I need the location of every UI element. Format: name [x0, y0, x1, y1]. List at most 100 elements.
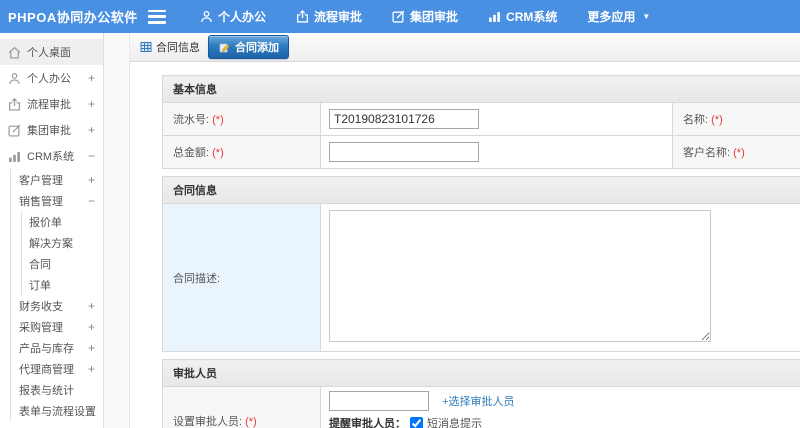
customer-label-cell: 客户名称: (*) — [672, 135, 800, 169]
sidebar-item-solution[interactable]: 解决方案 — [22, 232, 103, 253]
caret-down-icon: ▼ — [642, 12, 651, 21]
sidebar-item-label: CRM系统 — [27, 151, 75, 163]
nav-group-approval[interactable]: 集团审批 — [392, 8, 458, 25]
desc-input-cell — [320, 203, 800, 352]
sidebar-item-agent-mgmt[interactable]: 代理商管理 + — [11, 358, 103, 379]
home-icon — [8, 46, 21, 59]
amount-input[interactable] — [329, 142, 479, 162]
sidebar-item-reports-stats[interactable]: 报表与统计 — [11, 379, 103, 400]
sidebar-item-workflow-approval[interactable]: 流程审批 + — [0, 91, 103, 117]
serial-input-cell — [320, 102, 673, 136]
serial-input[interactable] — [329, 109, 479, 129]
approver-input[interactable] — [329, 391, 429, 411]
nav-label: 更多应用 — [587, 10, 636, 24]
nav-label: 流程审批 — [314, 10, 363, 24]
sidebar-item-label: 客户管理 — [19, 174, 63, 187]
sidebar-item-purchase-mgmt[interactable]: 采购管理 + — [11, 316, 103, 337]
approver-table: 审批人员 设置审批人员: (*) +选择审批人员 提醒审批人员： 短消息提示 — [162, 359, 800, 428]
chart-icon — [8, 150, 21, 163]
amount-label-cell: 总金额: (*) — [162, 135, 321, 169]
sidebar-item-contract[interactable]: 合同 — [22, 253, 103, 274]
tab-contract-add-button[interactable]: 合同添加 — [208, 35, 289, 59]
sidebar-item-label: 采购管理 — [19, 321, 63, 334]
sidebar-item-label: 表单与流程设置 — [19, 405, 96, 418]
sidebar-item-order[interactable]: 订单 — [22, 274, 103, 295]
sidebar-item-finance[interactable]: 财务收支 + — [11, 295, 103, 316]
required-mark: (*) — [245, 415, 257, 428]
app-logo: PHPOA协同办公软件 — [8, 10, 138, 25]
edit-icon — [392, 10, 405, 23]
section-header-contract-info: 合同信息 — [162, 176, 800, 204]
sidebar-item-customer-mgmt[interactable]: 客户管理 + — [11, 169, 103, 190]
sidebar-item-label: 销售管理 — [19, 195, 63, 208]
remind-approver-label: 提醒审批人员： — [329, 418, 406, 428]
sidebar-item-sales-mgmt[interactable]: 销售管理 − — [11, 190, 103, 211]
contract-desc-textarea[interactable] — [329, 210, 711, 342]
contract-desc-label: 合同描述: — [173, 272, 221, 285]
tab-bar: 合同信息 合同添加 — [130, 33, 800, 62]
name-label-cell: 名称: (*) — [672, 102, 800, 136]
approver-picker-row: +选择审批人员 — [329, 391, 800, 411]
collapse-icon: − — [87, 193, 95, 208]
main-panel: 合同信息 合同添加 基本信息 流水号: (*) T20190823101726 … — [130, 33, 800, 428]
sidebar-item-group-approval[interactable]: 集团审批 + — [0, 117, 103, 143]
expand-icon: + — [87, 298, 95, 313]
amount-label: 总金额: — [173, 147, 210, 159]
required-mark: (*) — [212, 147, 224, 159]
sidebar-item-quotation[interactable]: 报价单 — [22, 211, 103, 232]
expand-icon: + — [87, 361, 95, 376]
required-mark: (*) — [212, 114, 224, 126]
approver-label-cell: 设置审批人员: (*) — [162, 386, 321, 428]
table-icon — [139, 41, 152, 54]
sidebar-item-admin-office[interactable]: 行政办公 + — [0, 421, 103, 428]
section-header-approver: 审批人员 — [162, 359, 800, 387]
sidebar-item-label: 解决方案 — [29, 237, 73, 250]
button-label: 合同添加 — [235, 42, 279, 54]
workflow-icon — [8, 97, 21, 111]
sidebar-item-personal-desktop[interactable]: 个人桌面 — [0, 39, 103, 65]
nav-more-apps[interactable]: 更多应用 ▼ — [587, 8, 650, 25]
nav-personal-office[interactable]: 个人办公 — [200, 8, 266, 25]
desc-label-cell: 合同描述: — [162, 203, 321, 352]
serial-label: 流水号: — [173, 114, 210, 126]
nav-label: CRM系统 — [506, 10, 558, 24]
pencil-icon — [218, 41, 231, 54]
nav-workflow-approval[interactable]: 流程审批 — [296, 8, 362, 25]
sidebar-item-product-inventory[interactable]: 产品与库存 + — [11, 337, 103, 358]
nav-crm-system[interactable]: CRM系统 — [488, 8, 557, 25]
expand-icon: + — [87, 172, 95, 187]
expand-icon: + — [87, 97, 95, 111]
sidebar-item-form-workflow-settings[interactable]: 表单与流程设置 + — [11, 400, 103, 421]
choose-approver-link[interactable]: +选择审批人员 — [442, 396, 514, 408]
top-bar: PHPOA协同办公软件 个人办公 流程审批 集团审批 CRM系统 更多应用 ▼ — [0, 0, 800, 33]
sidebar-item-label: 报表与统计 — [19, 384, 74, 397]
sidebar-splitter[interactable] — [104, 33, 130, 428]
chart-icon — [488, 10, 501, 23]
section-header-basic-info: 基本信息 — [162, 75, 800, 103]
sidebar-item-crm-system[interactable]: CRM系统 − — [0, 143, 103, 169]
sidebar-item-label: 代理商管理 — [19, 363, 74, 376]
required-mark: (*) — [711, 114, 723, 126]
sidebar-item-label: 订单 — [29, 279, 51, 292]
contract-info-table: 合同信息 合同描述: — [162, 176, 800, 352]
customer-name-label: 客户名称: — [683, 147, 731, 159]
user-icon — [200, 10, 213, 23]
sales-submenu: 报价单 解决方案 合同 订单 — [21, 211, 103, 295]
basic-info-table: 基本信息 流水号: (*) 名称: (*) — [162, 75, 800, 169]
user-icon — [8, 72, 21, 85]
approver-input-cell: +选择审批人员 提醒审批人员： 短消息提示 注：流程第一步审批人员，这里选择你的… — [320, 386, 800, 428]
expand-icon: + — [87, 123, 95, 137]
sidebar-item-personal-office[interactable]: 个人办公 + — [0, 65, 103, 91]
tab-label: 合同信息 — [156, 42, 200, 54]
name-label: 名称: — [683, 114, 709, 126]
expand-icon: + — [87, 340, 95, 355]
contract-add-form: 基本信息 流水号: (*) 名称: (*) — [130, 62, 800, 428]
serial-label-cell: 流水号: (*) — [162, 102, 321, 136]
top-nav: 个人办公 流程审批 集团审批 CRM系统 更多应用 ▼ — [200, 8, 650, 25]
tab-contract-info[interactable]: 合同信息 — [139, 39, 200, 55]
hamburger-menu-icon[interactable] — [148, 9, 166, 24]
required-mark: (*) — [733, 147, 745, 159]
sms-remind-checkbox[interactable] — [410, 416, 423, 428]
sidebar-item-label: 集团审批 — [27, 125, 71, 137]
sidebar-item-label: 报价单 — [29, 216, 62, 229]
